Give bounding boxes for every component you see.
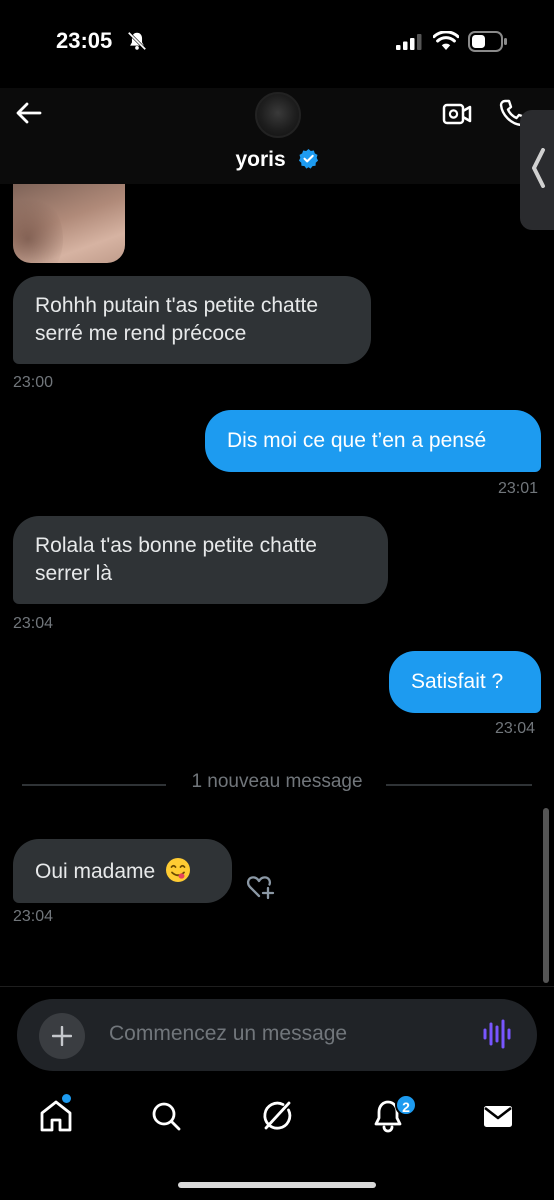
composer-separator — [0, 986, 554, 987]
verified-badge-icon — [298, 148, 318, 169]
message-timestamp: 23:04 — [495, 720, 536, 737]
message-bubble-incoming[interactable]: Oui madame — [13, 839, 232, 903]
message-bubble-incoming[interactable]: Rohhh putain t'as petite chatte serré me… — [13, 276, 371, 364]
video-call-icon[interactable] — [442, 100, 472, 128]
message-bubble-incoming[interactable]: Rolala t'as bonne petite chatte serrer l… — [13, 516, 388, 604]
messages-icon[interactable] — [480, 1098, 516, 1134]
contact-name: yoris — [235, 148, 286, 171]
message-image[interactable] — [13, 184, 125, 263]
message-text: Dis moi ce que t’en a pensé — [227, 429, 487, 452]
scrollbar[interactable] — [543, 808, 549, 983]
bottom-navigation: 2 — [0, 1084, 554, 1200]
add-media-button[interactable] — [39, 1013, 85, 1059]
yum-face-emoji — [166, 858, 191, 882]
home-indicator[interactable] — [178, 1182, 376, 1188]
message-text: Oui madame — [35, 860, 156, 883]
signal-icon — [396, 34, 422, 50]
search-icon[interactable] — [148, 1098, 184, 1134]
message-composer: Commencez un message — [17, 999, 537, 1071]
message-text: Satisfait ? — [411, 670, 504, 693]
message-bubble-outgoing[interactable]: Satisfait ? — [389, 651, 541, 713]
message-bubble-outgoing[interactable]: Dis moi ce que t’en a pensé — [205, 410, 541, 472]
message-text: Rolala t'as bonne petite chatte serrer l… — [35, 534, 317, 585]
status-bar: 23:05 — [0, 0, 554, 88]
home-icon[interactable] — [38, 1098, 74, 1134]
message-timestamp: 23:00 — [13, 374, 54, 391]
voice-message-icon[interactable] — [483, 1019, 511, 1049]
message-timestamp: 23:04 — [13, 908, 54, 925]
wifi-icon — [433, 31, 459, 50]
chevron-left-icon — [532, 148, 545, 188]
conversation-header: yoris — [0, 88, 554, 184]
add-reaction-icon[interactable] — [246, 872, 276, 900]
status-time: 23:05 — [56, 28, 113, 53]
message-text: Rohhh putain t'as petite chatte serré me… — [35, 294, 319, 345]
contact-name-row[interactable]: yoris — [0, 148, 554, 172]
notification-count-badge: 2 — [395, 1094, 417, 1116]
avatar[interactable] — [255, 92, 301, 138]
side-panel-handle[interactable] — [520, 110, 554, 230]
plus-icon — [52, 1026, 72, 1046]
grok-icon[interactable] — [259, 1098, 295, 1134]
back-arrow-icon[interactable] — [14, 98, 44, 128]
bell-off-icon — [127, 31, 147, 51]
new-message-divider: 1 nouveau message — [191, 771, 363, 792]
battery-icon — [468, 31, 507, 52]
message-timestamp: 23:04 — [13, 615, 54, 632]
message-timestamp: 23:01 — [498, 480, 539, 497]
home-unread-dot — [62, 1094, 71, 1103]
message-input[interactable]: Commencez un message — [109, 1022, 347, 1046]
